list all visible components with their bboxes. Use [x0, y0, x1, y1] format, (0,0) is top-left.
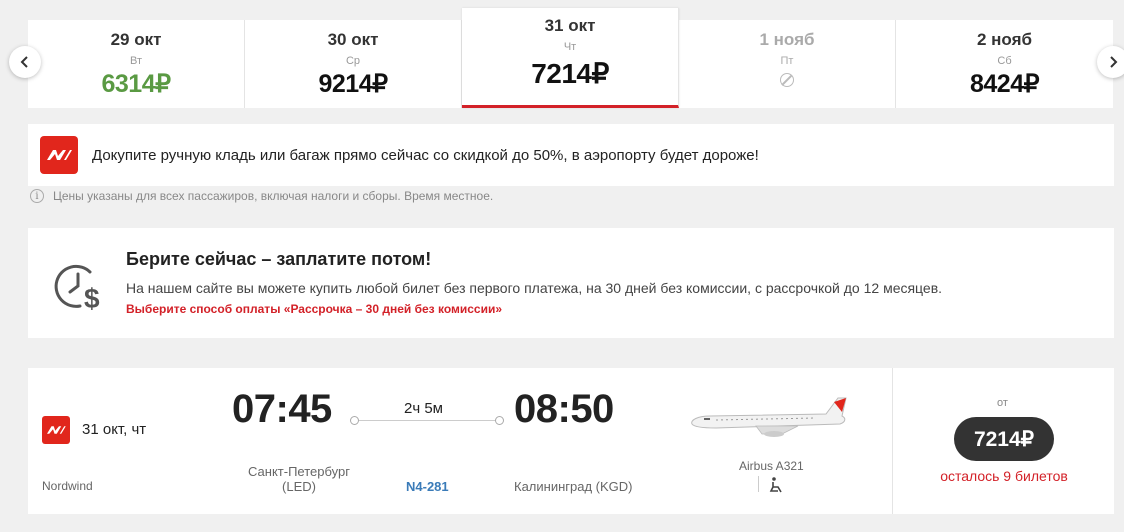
departure-city-name: Санкт-Петербург — [248, 464, 350, 479]
seat-icon — [769, 477, 782, 493]
arrival-time: 08:50 — [514, 387, 614, 431]
installment-banner: $ Берите сейчас – заплатите потом! На на… — [28, 228, 1114, 338]
date-option-29-oct[interactable]: 29 окт Вт 6314₽ — [28, 20, 245, 108]
chevron-left-icon — [20, 56, 28, 68]
price-note: i Цены указаны для всех пассажиров, вклю… — [30, 189, 493, 203]
promo-text: Докупите ручную кладь или багаж прямо се… — [92, 146, 759, 164]
departure-airport-code: (LED) — [282, 479, 316, 494]
date-label: 31 окт — [544, 16, 596, 35]
date-selector: 29 окт Вт 6314₽ 30 окт Ср 9214₽ 31 окт Ч… — [28, 8, 1114, 108]
date-option-30-oct[interactable]: 30 окт Ср 9214₽ — [245, 20, 462, 108]
airline-name: Nordwind — [42, 479, 93, 493]
date-price: 7214₽ — [531, 58, 609, 89]
aircraft-model: Airbus A321 — [739, 459, 804, 473]
weekday-label: Чт — [563, 41, 577, 53]
date-label: 2 нояб — [976, 30, 1033, 49]
info-icon: i — [30, 189, 44, 203]
installment-title: Берите сейчас – заплатите потом! — [126, 249, 432, 269]
weekday-label: Пт — [780, 55, 794, 67]
aircraft-image — [691, 397, 847, 437]
date-price: 9214₽ — [318, 70, 388, 98]
date-label: 29 окт — [110, 30, 162, 49]
weekday-label: Ср — [345, 55, 361, 67]
date-label: 30 окт — [327, 30, 379, 49]
departure-time: 07:45 — [232, 387, 332, 431]
flight-number-link[interactable]: N4-281 — [406, 479, 449, 494]
installment-description: На нашем сайте вы можете купить любой би… — [126, 280, 943, 296]
date-option-1-nov: 1 нояб Пт — [679, 20, 896, 108]
divider — [758, 476, 759, 492]
chevron-right-icon — [1110, 56, 1118, 68]
divider — [892, 368, 893, 514]
flight-duration: 2ч 5м — [404, 400, 443, 417]
date-label: 1 нояб — [759, 30, 815, 49]
installment-payment-link[interactable]: Выберите способ оплаты «Рассрочка – 30 д… — [126, 302, 502, 316]
clock-dollar-icon: $ — [54, 264, 100, 312]
seats-left: осталось 9 билетов — [940, 468, 1068, 484]
date-option-2-nov[interactable]: 2 нояб Сб 8424₽ — [896, 20, 1113, 108]
unavailable-icon — [780, 73, 794, 87]
departure-city: Санкт-Петербург (LED) — [228, 464, 370, 494]
date-price: 6314₽ — [101, 70, 171, 98]
svg-text:$: $ — [84, 283, 100, 312]
price-note-text: Цены указаны для всех пассажиров, включа… — [53, 189, 494, 203]
next-dates-button[interactable] — [1097, 46, 1124, 78]
date-option-31-oct[interactable]: 31 окт Чт 7214₽ — [462, 8, 679, 108]
flight-card[interactable]: 31 окт, чт Nordwind 07:45 2ч 5м 08:50 Са… — [28, 368, 1114, 514]
date-price: 8424₽ — [969, 70, 1040, 98]
route-line — [350, 416, 504, 425]
arrival-city: Калининград (KGD) — [514, 479, 633, 494]
prev-dates-button[interactable] — [9, 46, 41, 78]
flight-date: 31 окт, чт — [82, 421, 147, 438]
nordwind-logo — [42, 416, 70, 444]
nordwind-logo — [40, 136, 78, 174]
weekday-label: Сб — [997, 55, 1012, 67]
baggage-promo-banner: Докупите ручную кладь или багаж прямо се… — [28, 124, 1114, 186]
select-flight-price-button[interactable]: 7214₽ — [954, 417, 1054, 461]
price-prefix: от — [997, 397, 1008, 409]
weekday-label: Вт — [129, 55, 142, 67]
